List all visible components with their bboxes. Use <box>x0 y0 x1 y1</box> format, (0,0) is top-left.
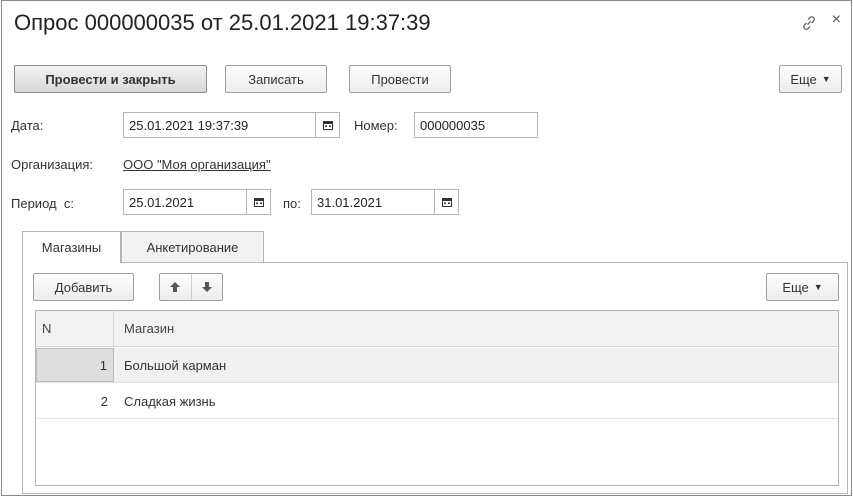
calendar-icon <box>322 121 333 130</box>
number-label: Номер: <box>354 118 398 133</box>
table-row[interactable]: 2 Сладкая жизнь <box>36 384 838 419</box>
column-header-store[interactable]: Магазин <box>114 311 174 346</box>
tab-survey[interactable]: Анкетирование <box>121 231 264 262</box>
store-name: Большой карман <box>124 357 227 373</box>
add-button[interactable]: Добавить <box>33 273 134 301</box>
move-up-button[interactable] <box>160 274 191 300</box>
number-field[interactable]: 000000035 <box>414 112 538 138</box>
arrow-up-icon <box>170 282 181 292</box>
period-from-field[interactable]: 25.01.2021 <box>123 189 247 215</box>
period-label: Период с: <box>11 196 74 211</box>
calendar-icon <box>253 198 264 207</box>
stores-table: N Магазин 1 Большой карман 2 Сладкая жиз… <box>35 310 839 486</box>
date-label: Дата: <box>11 118 44 133</box>
save-button[interactable]: Записать <box>225 65 327 93</box>
organization-label: Организация: <box>11 157 94 172</box>
date-field[interactable]: 25.01.2021 19:37:39 <box>123 112 316 138</box>
period-to-label: по: <box>283 196 301 211</box>
row-number: 1 <box>36 348 114 382</box>
close-icon[interactable]: × <box>832 11 841 29</box>
window-title: Опрос 000000035 от 25.01.2021 19:37:39 <box>14 10 431 35</box>
table-row[interactable]: 1 Большой карман <box>36 348 838 383</box>
row-number: 2 <box>100 393 108 409</box>
more-button-label: Еще <box>790 71 817 87</box>
arrow-down-icon <box>201 282 212 292</box>
table-more-button[interactable]: Еще ▼ <box>766 273 839 301</box>
organization-link[interactable]: ООО "Моя организация" <box>123 157 271 172</box>
post-and-close-button[interactable]: Провести и закрыть <box>14 65 207 93</box>
chevron-down-icon: ▼ <box>821 74 831 84</box>
chevron-down-icon: ▼ <box>813 282 823 292</box>
calendar-icon <box>441 198 452 207</box>
title-bar: Опрос 000000035 от 25.01.2021 19:37:39 × <box>2 1 851 47</box>
store-name: Сладкая жизнь <box>124 393 216 409</box>
date-calendar-button[interactable] <box>316 112 340 138</box>
document-window: Опрос 000000035 от 25.01.2021 19:37:39 ×… <box>1 0 852 496</box>
move-buttons <box>159 273 223 301</box>
more-button[interactable]: Еще ▼ <box>779 65 842 93</box>
tab-stores[interactable]: Магазины <box>22 231 121 263</box>
period-to-field[interactable]: 31.01.2021 <box>311 189 435 215</box>
period-to-calendar-button[interactable] <box>435 189 459 215</box>
column-header-n[interactable]: N <box>36 311 114 346</box>
table-more-label: Еще <box>782 279 809 295</box>
table-header: N Магазин <box>36 311 838 347</box>
move-down-button[interactable] <box>190 274 223 300</box>
post-button[interactable]: Провести <box>349 65 451 93</box>
link-icon[interactable] <box>801 15 817 31</box>
period-from-calendar-button[interactable] <box>247 189 271 215</box>
